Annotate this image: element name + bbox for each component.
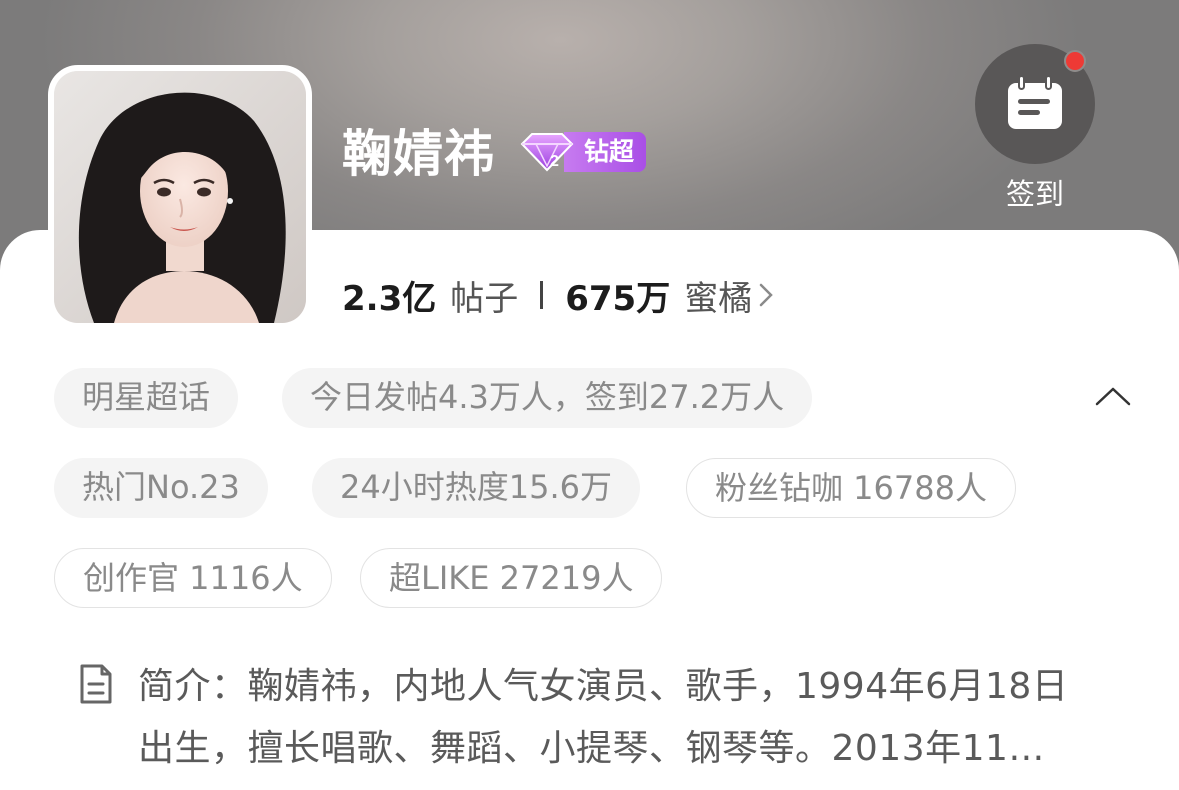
topic-intro[interactable]: 简介：鞠婧祎，内地人气女演员、歌手，1994年6月18日 出生，擅长唱歌、舞蹈、… bbox=[138, 656, 1118, 780]
fans-count: 675万 bbox=[565, 278, 671, 319]
posts-count: 2.3亿 bbox=[342, 278, 437, 319]
chevron-right-icon bbox=[758, 282, 774, 308]
notification-dot bbox=[1064, 50, 1086, 72]
tag-category[interactable]: 明星超话 bbox=[54, 368, 239, 428]
diamond-icon: 2 bbox=[518, 130, 576, 174]
chevron-up-icon bbox=[1095, 387, 1131, 406]
fans-label: 蜜橘 bbox=[684, 278, 753, 319]
badge-level-number: 2 bbox=[550, 153, 559, 170]
document-icon bbox=[76, 662, 116, 706]
stats-divider bbox=[540, 281, 544, 309]
posts-label: 帖子 bbox=[450, 278, 519, 319]
tag-super-like[interactable]: 超LIKE 27219人 bbox=[360, 548, 663, 608]
tag-heat-24h[interactable]: 24小时热度15.6万 bbox=[312, 458, 640, 518]
tag-daily-activity[interactable]: 今日发帖4.3万人，签到27.2万人 bbox=[282, 368, 813, 428]
badge-label: 钻超 bbox=[564, 132, 647, 172]
tag-hot-rank[interactable]: 热门No.23 bbox=[54, 458, 268, 518]
checkin-label[interactable]: 签到 bbox=[975, 174, 1095, 214]
stats-row[interactable]: 2.3亿 帖子 675万 蜜橘 bbox=[342, 268, 774, 322]
intro-line-1: 简介：鞠婧祎，内地人气女演员、歌手，1994年6月18日 bbox=[138, 666, 1069, 707]
level-badge[interactable]: 2 钻超 bbox=[518, 130, 647, 174]
collapse-button[interactable] bbox=[1090, 378, 1136, 414]
calendar-icon bbox=[1008, 75, 1062, 129]
avatar-image bbox=[54, 71, 306, 323]
intro-line-2: 出生，擅长唱歌、舞蹈、小提琴、钢琴等。2013年11… bbox=[138, 728, 1045, 769]
tag-fans-diamond[interactable]: 粉丝钻咖 16788人 bbox=[686, 458, 1016, 518]
tag-creators[interactable]: 创作官 1116人 bbox=[54, 548, 332, 608]
avatar[interactable] bbox=[48, 65, 312, 329]
topic-name: 鞠婧祎 bbox=[342, 125, 495, 183]
